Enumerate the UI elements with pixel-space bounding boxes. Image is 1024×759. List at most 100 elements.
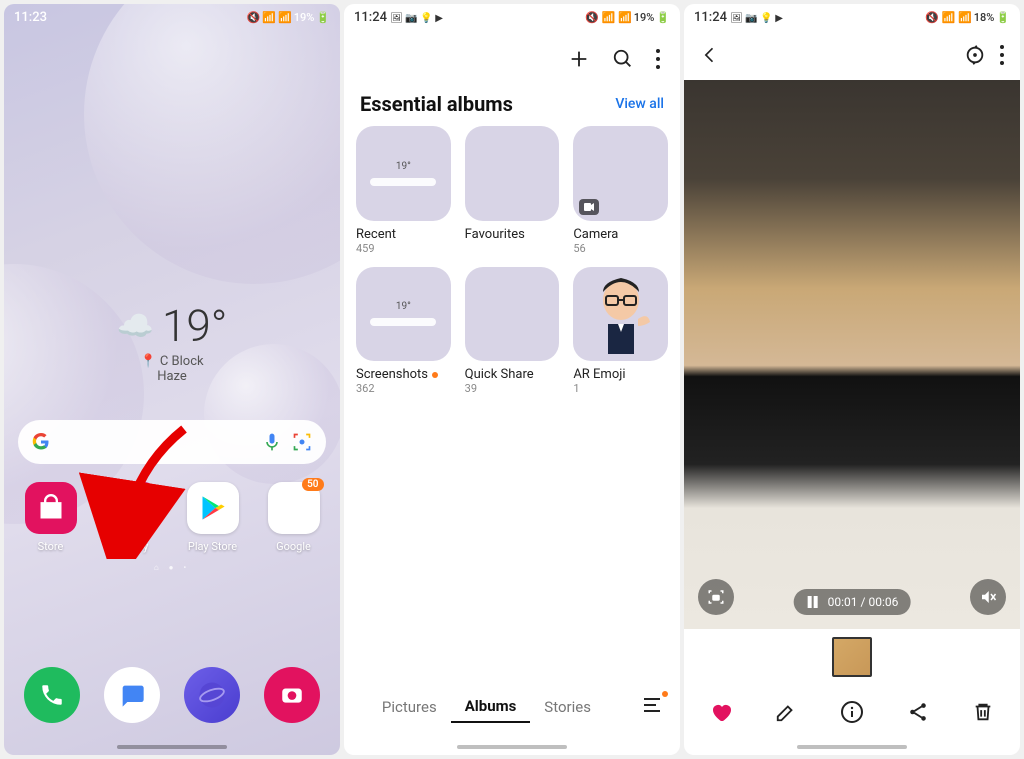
status-time: 11:24 — [354, 10, 387, 25]
pin-icon: 📍 — [140, 354, 156, 369]
viewer-toolbar — [684, 30, 1020, 80]
album-favourites[interactable]: Favourites — [465, 126, 560, 255]
album-recent[interactable]: 19° Recent 459 — [356, 126, 451, 255]
time-current: 00:01 — [828, 595, 858, 609]
nav-handle[interactable] — [117, 745, 227, 749]
mic-icon[interactable] — [262, 432, 282, 452]
location-text: C Block — [160, 354, 204, 369]
lens-icon[interactable] — [292, 432, 312, 452]
battery-icon: 🔋 — [316, 11, 330, 24]
tab-stories[interactable]: Stories — [530, 692, 605, 722]
battery-text: 19% — [634, 11, 655, 24]
album-ar-emoji[interactable]: AR Emoji 1 — [573, 267, 668, 396]
play-store-icon — [199, 494, 227, 522]
view-all-link[interactable]: View all — [615, 96, 664, 112]
status-right: 🔇 📶 📶 18%🔋 — [925, 11, 1010, 24]
status-time: 11:24 — [694, 10, 727, 25]
status-right: 🔇 📶 📶 19% 🔋 — [247, 11, 330, 24]
status-notif-icons: 🖼 📷 💡 ▶ — [390, 13, 443, 24]
ar-emoji-icon — [586, 274, 656, 354]
status-bar: 11:23 🔇 📶 📶 19% 🔋 — [4, 4, 340, 30]
more-icon[interactable] — [1000, 45, 1004, 65]
new-dot-icon — [662, 691, 668, 697]
home-screen-panel: 11:23 🔇 📶 📶 19% 🔋 ☁️19° 📍 C Block Haze — [4, 4, 340, 755]
messages-app[interactable] — [104, 667, 160, 723]
tab-albums[interactable]: Albums — [451, 691, 531, 723]
albums-grid: 19° Recent 459 Favourites Camera 56 19° … — [344, 126, 680, 395]
filmstrip-thumb[interactable] — [832, 637, 872, 677]
video-badge-icon — [579, 199, 599, 215]
tab-pictures[interactable]: Pictures — [368, 692, 451, 722]
phone-icon — [39, 682, 65, 708]
album-name: Screenshots — [356, 367, 428, 382]
album-name: AR Emoji — [573, 367, 668, 382]
album-count: 362 — [356, 382, 451, 395]
status-bar: 11:24 🖼 📷 💡 ▶ 🔇 📶 📶 18%🔋 — [684, 4, 1020, 30]
filmstrip[interactable] — [684, 629, 1020, 685]
gallery-toolbar — [344, 30, 680, 78]
page-indicator: ⌂ ● • — [4, 563, 340, 572]
menu-icon[interactable] — [638, 693, 666, 721]
time-total: 00:06 — [868, 595, 898, 609]
signal-icon: 📶 — [278, 11, 292, 24]
folder-icon: 50 — [268, 482, 320, 534]
info-button[interactable] — [839, 699, 865, 725]
camera-icon — [279, 682, 305, 708]
capture-frame-button[interactable] — [698, 579, 734, 615]
nav-handle[interactable] — [457, 745, 567, 749]
album-camera[interactable]: Camera 56 — [573, 126, 668, 255]
pause-icon[interactable] — [806, 595, 820, 609]
app-label: Play Store — [188, 540, 237, 553]
album-name: Quick Share — [465, 367, 560, 382]
back-icon[interactable] — [700, 45, 720, 65]
add-icon[interactable] — [568, 48, 590, 70]
remaster-icon[interactable] — [964, 44, 986, 66]
play-store-app[interactable]: Play Store — [179, 482, 247, 553]
google-search-bar[interactable] — [18, 420, 326, 464]
mute-icon: 🔇 — [247, 11, 261, 24]
browser-app[interactable] — [184, 667, 240, 723]
phone-app[interactable] — [24, 667, 80, 723]
temperature: 19° — [162, 300, 227, 352]
store-app[interactable]: Store — [17, 482, 85, 553]
section-title: Essential albums — [360, 92, 513, 116]
browser-icon — [197, 680, 227, 710]
search-icon[interactable] — [612, 48, 634, 70]
delete-button[interactable] — [970, 699, 996, 725]
status-notif-icons: 🖼 📷 💡 ▶ — [730, 13, 783, 24]
video-content[interactable]: 00:01 / 00:06 — [684, 80, 1020, 629]
playback-controls[interactable]: 00:01 / 00:06 — [794, 589, 911, 615]
gallery-icon — [117, 493, 147, 523]
share-button[interactable] — [905, 699, 931, 725]
video-viewer-panel: 11:24 🖼 📷 💡 ▶ 🔇 📶 📶 18%🔋 00:01 / 00:06 — [684, 4, 1020, 755]
camera-app[interactable] — [264, 667, 320, 723]
weather-widget[interactable]: ☁️19° 📍 C Block Haze — [4, 300, 340, 384]
favorite-button[interactable] — [708, 699, 734, 725]
store-icon — [37, 494, 65, 522]
more-icon[interactable] — [656, 49, 660, 69]
notification-badge: 50 — [302, 478, 323, 491]
gallery-app[interactable]: Gallery — [98, 482, 166, 553]
album-count: 56 — [573, 242, 668, 255]
status-time: 11:23 — [14, 10, 47, 25]
app-row: Store Gallery Play Store 50 Google — [4, 482, 340, 553]
gallery-albums-panel: 11:24 🖼 📷 💡 ▶ 🔇 📶 📶 19%🔋 Essential album… — [344, 4, 680, 755]
google-logo-icon — [32, 433, 50, 451]
condition-text: Haze — [4, 369, 340, 384]
nav-handle[interactable] — [797, 745, 907, 749]
app-label: Gallery — [115, 540, 149, 553]
album-quick-share[interactable]: Quick Share 39 — [465, 267, 560, 396]
mute-button[interactable] — [970, 579, 1006, 615]
album-count: 1 — [573, 382, 668, 395]
action-bar — [684, 685, 1020, 745]
album-name: Camera — [573, 227, 668, 242]
google-folder[interactable]: 50 Google — [260, 482, 328, 553]
bottom-dock — [4, 667, 340, 723]
album-name: Recent — [356, 227, 451, 242]
album-name: Favourites — [465, 227, 560, 242]
bottom-tabs: Pictures Albums Stories — [344, 677, 680, 745]
edit-button[interactable] — [773, 699, 799, 725]
new-dot-icon — [432, 372, 438, 378]
status-bar: 11:24 🖼 📷 💡 ▶ 🔇 📶 📶 19%🔋 — [344, 4, 680, 30]
album-screenshots[interactable]: 19° Screenshots 362 — [356, 267, 451, 396]
